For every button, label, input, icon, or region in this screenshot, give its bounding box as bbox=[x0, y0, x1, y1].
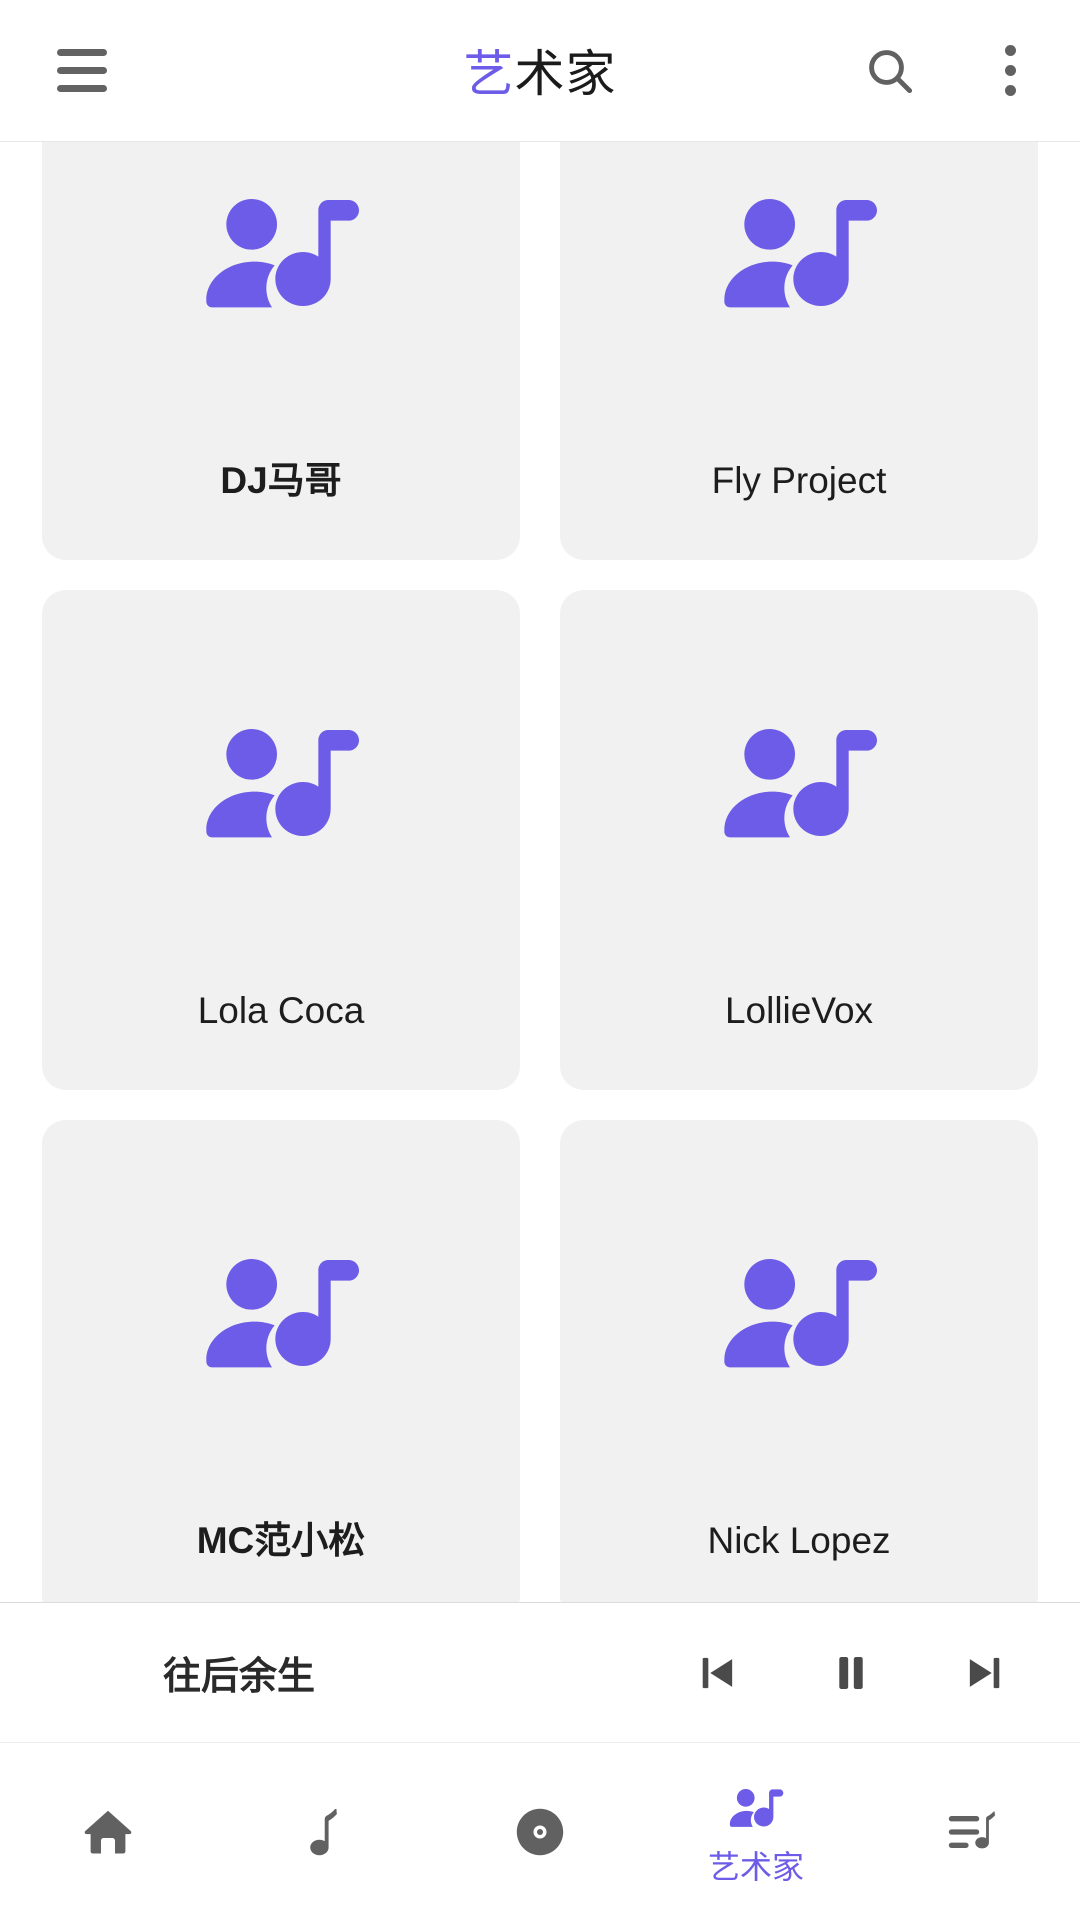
hamburger-bar bbox=[57, 85, 107, 92]
hamburger-bar bbox=[57, 49, 107, 56]
bottom-navigation: 艺术家 bbox=[0, 1742, 1080, 1920]
app-bar: 艺术家 bbox=[0, 0, 1080, 142]
artist-card-label: Nick Lopez bbox=[707, 1519, 891, 1561]
music-note-icon bbox=[295, 1800, 353, 1864]
artist-card-label: Lola Coca bbox=[197, 989, 365, 1031]
artist-music-icon bbox=[728, 1778, 784, 1842]
skip-previous-icon[interactable] bbox=[678, 1634, 756, 1712]
artist-music-icon bbox=[42, 142, 520, 458]
artist-card[interactable]: Nick Lopez bbox=[560, 1120, 1038, 1602]
mini-player-track-title: 往后余生 bbox=[162, 1656, 315, 1698]
mini-player-controls bbox=[678, 1634, 1024, 1712]
app-bar-actions bbox=[854, 35, 1046, 107]
page-title-accent: 艺 bbox=[463, 46, 515, 102]
artist-card-label: Fly Project bbox=[711, 459, 887, 501]
kebab-dot bbox=[1004, 45, 1016, 56]
page-title-rest: 术家 bbox=[514, 46, 617, 102]
kebab-dot bbox=[1004, 65, 1016, 76]
app-root: 艺术家 DJ马哥 Fly Project Lola Coca LollieVox MC范… bbox=[0, 0, 1080, 1920]
bottom-nav-item-playlist[interactable] bbox=[864, 1743, 1080, 1920]
bottom-nav-item-home[interactable] bbox=[0, 1743, 216, 1920]
artist-card[interactable]: MC范小松 bbox=[42, 1120, 520, 1602]
artist-card-label: DJ马哥 bbox=[220, 459, 342, 501]
mini-player-bar[interactable]: 往后余生 bbox=[0, 1602, 1080, 1742]
artist-music-icon bbox=[42, 590, 520, 988]
playlist-icon bbox=[943, 1800, 1001, 1864]
home-icon bbox=[79, 1800, 137, 1864]
artist-music-icon bbox=[560, 1120, 1038, 1518]
bottom-nav-label: 艺术家 bbox=[707, 1848, 804, 1885]
skip-next-icon[interactable] bbox=[946, 1634, 1024, 1712]
artist-music-icon bbox=[42, 1120, 520, 1518]
artist-grid-scroll[interactable]: DJ马哥 Fly Project Lola Coca LollieVox MC范小松 Ni… bbox=[0, 142, 1080, 1602]
pause-icon[interactable] bbox=[812, 1634, 890, 1712]
artist-card[interactable]: Fly Project bbox=[560, 142, 1038, 560]
bottom-nav-item-artists[interactable]: 艺术家 bbox=[648, 1743, 864, 1920]
hamburger-menu-icon[interactable] bbox=[50, 39, 114, 103]
artist-grid: DJ马哥 Fly Project Lola Coca LollieVox MC范小松 Ni… bbox=[0, 142, 1080, 1602]
bottom-nav-item-music-note[interactable] bbox=[216, 1743, 432, 1920]
artist-card[interactable]: LollieVox bbox=[560, 590, 1038, 1090]
album-disc-icon bbox=[511, 1800, 569, 1864]
artist-music-icon bbox=[560, 590, 1038, 988]
bottom-nav-item-album-disc[interactable] bbox=[432, 1743, 648, 1920]
artist-card[interactable]: DJ马哥 bbox=[42, 142, 520, 560]
kebab-dot bbox=[1004, 85, 1016, 96]
artist-card-label: MC范小松 bbox=[196, 1519, 366, 1561]
artist-music-icon bbox=[560, 142, 1038, 458]
artist-card[interactable]: Lola Coca bbox=[42, 590, 520, 1090]
search-icon[interactable] bbox=[854, 35, 926, 107]
artist-card-label: LollieVox bbox=[724, 989, 874, 1031]
more-vertical-icon[interactable] bbox=[974, 35, 1046, 107]
hamburger-bar bbox=[57, 67, 107, 74]
